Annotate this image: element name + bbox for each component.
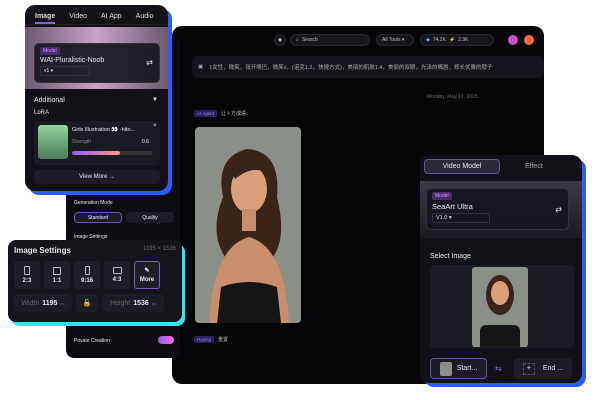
tab-video[interactable]: Video (69, 13, 87, 24)
private-creation-toggle[interactable] (158, 336, 174, 344)
tab-image[interactable]: Image (35, 13, 56, 24)
tab-video-model[interactable]: Video Model (424, 159, 500, 174)
image-settings-title: Image Settings (14, 246, 71, 255)
aspect-ratio-options: 2:3 1:1 9:16 4:3 ✎ More (14, 261, 176, 289)
lora-thumbnail (38, 125, 68, 159)
ratio-more[interactable]: ✎ More (134, 261, 160, 289)
lora-name: Girls Illustration 👀 -hito... (72, 127, 136, 133)
video-model-selector[interactable]: Model SeaArt Ultra V1.0 ▾ ⇄ (426, 188, 569, 230)
mode-quality[interactable]: Quality (126, 212, 174, 223)
ratio-1-1[interactable]: 1:1 (44, 261, 70, 289)
generation-mode-label: Generation Mode (74, 200, 113, 206)
swap-model-icon[interactable]: ⇄ (555, 205, 562, 214)
model-selector[interactable]: Model WAI-Pluralistic-Noob v1 ▾ ⇄ (34, 43, 160, 83)
view-more-button[interactable]: View More → (34, 170, 160, 184)
ratio-9-16[interactable]: 9:16 (74, 261, 100, 289)
message-footer: Hyping 重置 (194, 336, 228, 343)
pencil-icon: ✎ (144, 268, 150, 274)
additional-label: Additional (34, 97, 65, 104)
model-badge: Model (40, 47, 60, 55)
mode-standard[interactable]: Standard (74, 212, 122, 223)
plus-icon: + (522, 362, 535, 375)
selected-image (472, 267, 528, 347)
message-header: AI Agent 让卜方成语 (194, 110, 246, 117)
strength-value: 0.6 (142, 139, 149, 145)
strength-slider[interactable] (72, 151, 152, 155)
panel-tabs: Image Video AI App Audio (25, 5, 168, 25)
prompt-icon: ▣ (198, 64, 204, 70)
ratio-4-3[interactable]: 4:3 (104, 261, 130, 289)
avatar[interactable] (508, 35, 518, 45)
tab-ai-app[interactable]: AI App (101, 13, 122, 24)
image-drop-area[interactable] (430, 265, 574, 348)
search-input[interactable]: ⌕ Search (290, 34, 370, 46)
start-frame-button[interactable]: Start... (430, 358, 487, 379)
tab-effect[interactable]: Effect (525, 163, 543, 170)
credits[interactable]: ◆ 74.2K ⚡ 2.9K (420, 34, 494, 46)
search-icon: ⌕ (296, 37, 299, 43)
ratio-2-3[interactable]: 2:3 (14, 261, 40, 289)
strength-label: Strength (72, 139, 91, 145)
end-frame-button[interactable]: + End ... (514, 358, 572, 379)
bolt-icon: ⚡ (448, 37, 456, 43)
notification-icon[interactable] (524, 35, 534, 45)
tab-audio[interactable]: Audio (136, 13, 154, 24)
discord-icon[interactable]: ◆ (274, 34, 286, 46)
image-size: 1195 × 1536 (142, 246, 176, 252)
private-creation-label: Private Creation (74, 338, 110, 344)
remove-lora-icon[interactable]: × (153, 123, 157, 129)
model-badge: Model (432, 192, 452, 200)
prompt-bar[interactable]: ▣ 1女性，微笑，张开嘴巴，微笑s，(诺克1.2，快捷方式)，美丽的肌肤1.4，美… (192, 56, 544, 78)
swap-frames-icon[interactable]: ⇆ (495, 364, 502, 373)
date-label: Monday, May 19, 2025 (427, 94, 478, 100)
lora-label: LoRA (34, 110, 50, 116)
top-bar: ◆ ⌕ Search All Tools ▾ ◆ 74.2K ⚡ 2.9K (172, 26, 544, 54)
image-settings-card: Image Settings 1195 × 1536 2:3 1:1 9:16 4… (8, 240, 182, 322)
version-dropdown[interactable]: v1 ▾ (40, 66, 90, 76)
lora-item: Girls Illustration 👀 -hito... Strength 0… (34, 121, 160, 165)
gem-icon: ◆ (426, 37, 430, 43)
width-input[interactable]: Width 1195 px (14, 294, 72, 312)
swap-model-icon[interactable]: ⇄ (146, 58, 153, 67)
lock-ratio-icon[interactable]: 🔓 (76, 294, 98, 312)
model-name: WAI-Pluralistic-Noob (40, 57, 105, 64)
collapse-icon[interactable]: ▼ (152, 97, 158, 103)
image-generation-panel: Image Video AI App Audio Model WAI-Plura… (25, 5, 168, 191)
model-name: SeaArt Ultra (432, 202, 473, 211)
all-tools-dropdown[interactable]: All Tools ▾ (376, 34, 414, 46)
height-input[interactable]: Height 1536 px (102, 294, 164, 312)
start-thumbnail (439, 361, 452, 376)
video-model-card: Video Model Effect Model SeaArt Ultra V1… (420, 155, 582, 383)
version-dropdown[interactable]: V1.0 ▾ (432, 213, 490, 223)
select-image-label: Select Image (430, 253, 471, 260)
generated-portrait[interactable] (195, 127, 301, 323)
